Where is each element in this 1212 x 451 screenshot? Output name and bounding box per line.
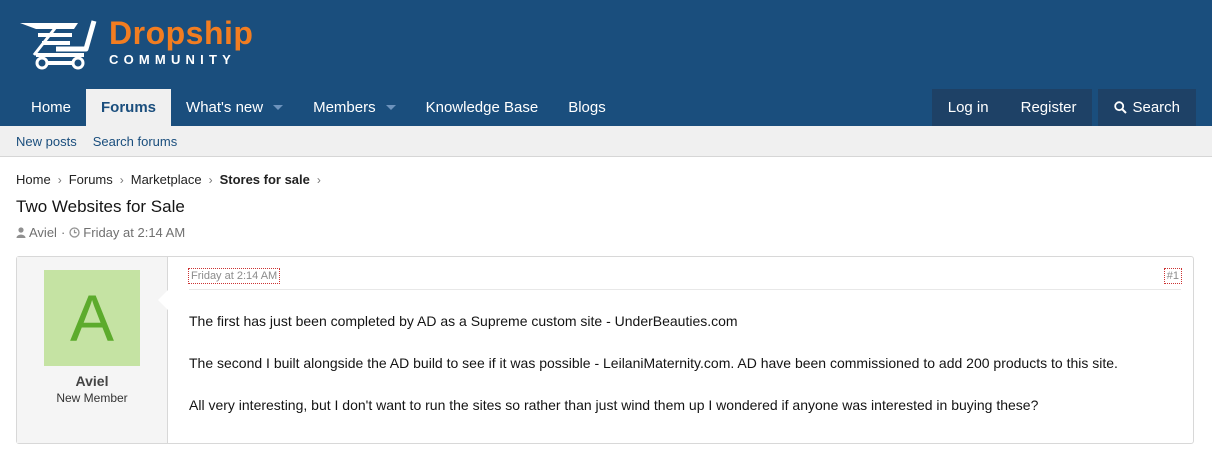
post-body: Friday at 2:14 AM #1 The first has just … xyxy=(187,267,1183,443)
nav-knowledge-base-label: Knowledge Base xyxy=(425,99,539,116)
site-header: Dropship COMMUNITY xyxy=(0,0,1212,89)
chevron-right-icon: › xyxy=(57,172,62,187)
post-username[interactable]: Aviel xyxy=(17,373,167,389)
search-forums-link[interactable]: Search forums xyxy=(93,134,178,149)
nav-forums[interactable]: Forums xyxy=(86,89,172,126)
chevron-right-icon: › xyxy=(208,172,213,187)
new-posts-link[interactable]: New posts xyxy=(16,134,77,149)
post-paragraph: The second I built alongside the AD buil… xyxy=(189,355,1118,371)
nav-blogs[interactable]: Blogs xyxy=(553,89,621,126)
sub-nav: New posts Search forums xyxy=(0,126,1212,157)
brand-title: Dropship xyxy=(109,14,254,51)
avatar[interactable]: A xyxy=(44,270,140,366)
breadcrumb-home[interactable]: Home xyxy=(16,172,51,187)
search-button-label: Search xyxy=(1132,99,1180,116)
meta-separator: · xyxy=(60,225,66,240)
nav-home-label: Home xyxy=(31,99,72,116)
post-user-title: New Member xyxy=(56,391,128,405)
nav-whats-new[interactable]: What's new xyxy=(171,89,298,126)
site-logo[interactable]: Dropship COMMUNITY xyxy=(16,12,253,74)
breadcrumb-stores-for-sale[interactable]: Stores for sale xyxy=(220,172,310,187)
breadcrumb-forums[interactable]: Forums xyxy=(69,172,113,187)
post-header: Friday at 2:14 AM #1 xyxy=(187,267,1183,290)
brand-subtitle: COMMUNITY xyxy=(109,51,236,67)
search-icon xyxy=(1114,101,1132,114)
logo-text: Dropship COMMUNITY xyxy=(109,16,253,67)
nav-whats-new-label: What's new xyxy=(186,99,264,116)
post-number-link[interactable]: #1 xyxy=(1163,268,1183,284)
thread-date[interactable]: Friday at 2:14 AM xyxy=(83,225,185,240)
chevron-right-icon: › xyxy=(316,172,321,187)
thread-meta: Aviel · Friday at 2:14 AM xyxy=(16,225,185,240)
cart-logo-icon xyxy=(20,20,97,70)
clock-icon xyxy=(69,227,83,238)
thread-author[interactable]: Aviel xyxy=(29,225,57,240)
nav-blogs-label: Blogs xyxy=(568,99,606,116)
breadcrumb-marketplace[interactable]: Marketplace xyxy=(131,172,202,187)
user-icon xyxy=(16,227,29,238)
nav-home[interactable]: Home xyxy=(16,89,86,126)
chevron-right-icon: › xyxy=(119,172,124,187)
post-paragraph: The first has just been completed by AD … xyxy=(189,313,738,329)
chevron-down-icon[interactable] xyxy=(385,105,396,110)
post-content: The first has just been completed by AD … xyxy=(189,290,1181,416)
nav-members[interactable]: Members xyxy=(298,89,411,126)
post-user-column: A Aviel New Member xyxy=(17,257,168,443)
main-nav: Home Forums What's new Members Knowledge… xyxy=(0,89,1212,126)
chevron-down-icon[interactable] xyxy=(273,105,284,110)
post-message: A Aviel New Member Friday at 2:14 AM #1 … xyxy=(16,256,1194,444)
post-paragraph: All very interesting, but I don't want t… xyxy=(189,397,1039,413)
nav-knowledge-base[interactable]: Knowledge Base xyxy=(411,89,554,126)
register-button[interactable]: Register xyxy=(1004,89,1093,126)
nav-forums-label: Forums xyxy=(101,99,157,116)
breadcrumb: Home › Forums › Marketplace › Stores for… xyxy=(16,172,328,187)
page-title: Two Websites for Sale xyxy=(16,197,185,216)
user-arrow xyxy=(158,290,168,310)
search-button[interactable]: Search xyxy=(1098,89,1196,126)
nav-members-label: Members xyxy=(313,99,376,116)
post-date-link[interactable]: Friday at 2:14 AM xyxy=(187,268,281,284)
login-button[interactable]: Log in xyxy=(931,89,1005,126)
